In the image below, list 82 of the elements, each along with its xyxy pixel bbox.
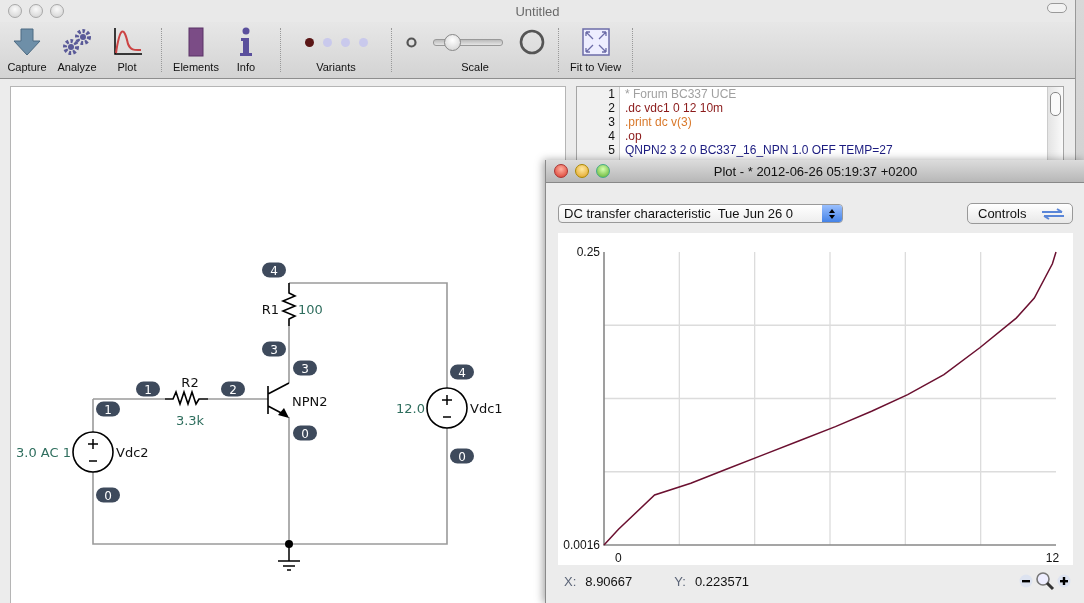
node-label: 4	[450, 364, 474, 380]
node-label: 1	[96, 401, 120, 417]
x-label: X:	[564, 573, 577, 589]
code-line: .op	[625, 129, 643, 143]
variant-dot[interactable]	[322, 37, 332, 47]
toolbar-button[interactable]: Fit to View	[570, 22, 622, 78]
node-label: 1	[136, 381, 160, 397]
close-button[interactable]	[554, 164, 568, 178]
node-label: 0	[450, 448, 474, 464]
minimize-button[interactable]	[29, 4, 43, 18]
dataset-dropdown[interactable]: DC transfer characteristic Tue Jun 26 0	[558, 204, 843, 223]
line-number: 3	[607, 115, 615, 129]
toolbar-button[interactable]: Capture	[4, 22, 50, 78]
plot-icon	[111, 26, 143, 58]
slider-thumb[interactable]	[444, 33, 462, 51]
toolbar-button[interactable]: Analyze	[54, 22, 100, 78]
component-value: 3.3k	[175, 413, 205, 428]
window-title: Untitled	[515, 3, 560, 19]
code-line: QNPN2 3 2 0 BC337_16_NPN 1.0 OFF TEMP=27	[625, 143, 894, 157]
zoom-button[interactable]	[50, 4, 64, 18]
gears-icon	[61, 26, 93, 58]
controls-button[interactable]: Controls	[967, 203, 1073, 224]
variant-dot[interactable]	[340, 37, 350, 47]
variant-dot[interactable]	[358, 37, 368, 47]
voltage-source-symbol	[72, 431, 114, 473]
toolbar-button[interactable]: Plot	[104, 22, 150, 78]
y-tick-label: 0.25	[576, 245, 600, 259]
toolbar-label: Variants	[316, 61, 356, 73]
scrollbar-thumb[interactable]	[1050, 92, 1061, 116]
code-line: .dc vdc1 0 12 10m	[625, 101, 725, 115]
transistor-symbol	[267, 382, 290, 418]
stepper-arrows-icon	[828, 207, 836, 220]
toolbar-label: Scale	[461, 61, 489, 73]
zoom-in-icon[interactable]	[1057, 574, 1071, 588]
node-label: 0	[293, 425, 317, 441]
node-label: 4	[262, 262, 286, 278]
variant-dot[interactable]	[304, 37, 314, 47]
ground-symbol	[277, 540, 301, 571]
search-icon	[1035, 571, 1055, 591]
voltage-source-symbol	[426, 387, 468, 429]
y-label: Y:	[674, 573, 686, 589]
small-circle-icon	[405, 36, 417, 48]
component-value: 3.0 AC 1	[16, 445, 71, 460]
component-name: Vdc1	[470, 401, 503, 416]
component-value: 12.0	[396, 401, 425, 416]
x-value: 8.90667	[585, 573, 633, 589]
node-label: 3	[293, 360, 317, 376]
toolbar-toggle-button[interactable]	[1047, 3, 1067, 13]
swap-arrows-icon	[1040, 207, 1066, 220]
node-label: 2	[221, 381, 245, 397]
netlist-editor[interactable]: 1 2 3 4 5 * Forum BC337 UCE .dc vdc1 0 12 10m .print dc v(3) .op QNPN2 3 2 0 BC337_16_NPN 1.0 OFF TEMP=27	[576, 86, 1064, 161]
component-name: R1	[261, 302, 279, 317]
arrow-down-icon	[11, 26, 43, 58]
node-label: 3	[262, 341, 286, 357]
minimize-button[interactable]	[575, 164, 589, 178]
y-value: 0.223571	[694, 573, 750, 589]
code-line: .print dc v(3)	[625, 115, 693, 129]
scale-slider[interactable]	[432, 33, 503, 51]
component-name: R2	[181, 375, 199, 390]
resistor-symbol	[164, 389, 209, 407]
component-value: 100	[298, 302, 323, 317]
zoom-out-icon[interactable]	[1019, 574, 1033, 588]
zoom-button[interactable]	[596, 164, 610, 178]
window-title: Plot - * 2012-06-26 05:19:37 +0200	[713, 163, 918, 179]
toolbar-button[interactable]: Info	[223, 22, 269, 78]
code-line: * Forum BC337 UCE	[625, 87, 738, 101]
fit-to-view-icon	[579, 26, 612, 58]
line-number: 5	[607, 143, 615, 157]
toolbar-button[interactable]: Elements	[173, 22, 219, 78]
x-tick-label: 12	[1045, 551, 1060, 565]
line-number: 2	[607, 101, 615, 115]
x-tick-label: 0	[615, 551, 622, 565]
large-circle-icon	[518, 29, 545, 55]
line-number: 1	[607, 87, 615, 101]
component-name: NPN2	[292, 394, 328, 409]
resistor-symbol	[280, 282, 298, 327]
node-label: 0	[96, 487, 120, 503]
y-tick-label: 0.0016	[563, 538, 600, 552]
wire	[207, 398, 269, 400]
component-name: Vdc2	[116, 445, 149, 460]
line-number: 4	[607, 129, 615, 143]
close-button[interactable]	[8, 4, 22, 18]
